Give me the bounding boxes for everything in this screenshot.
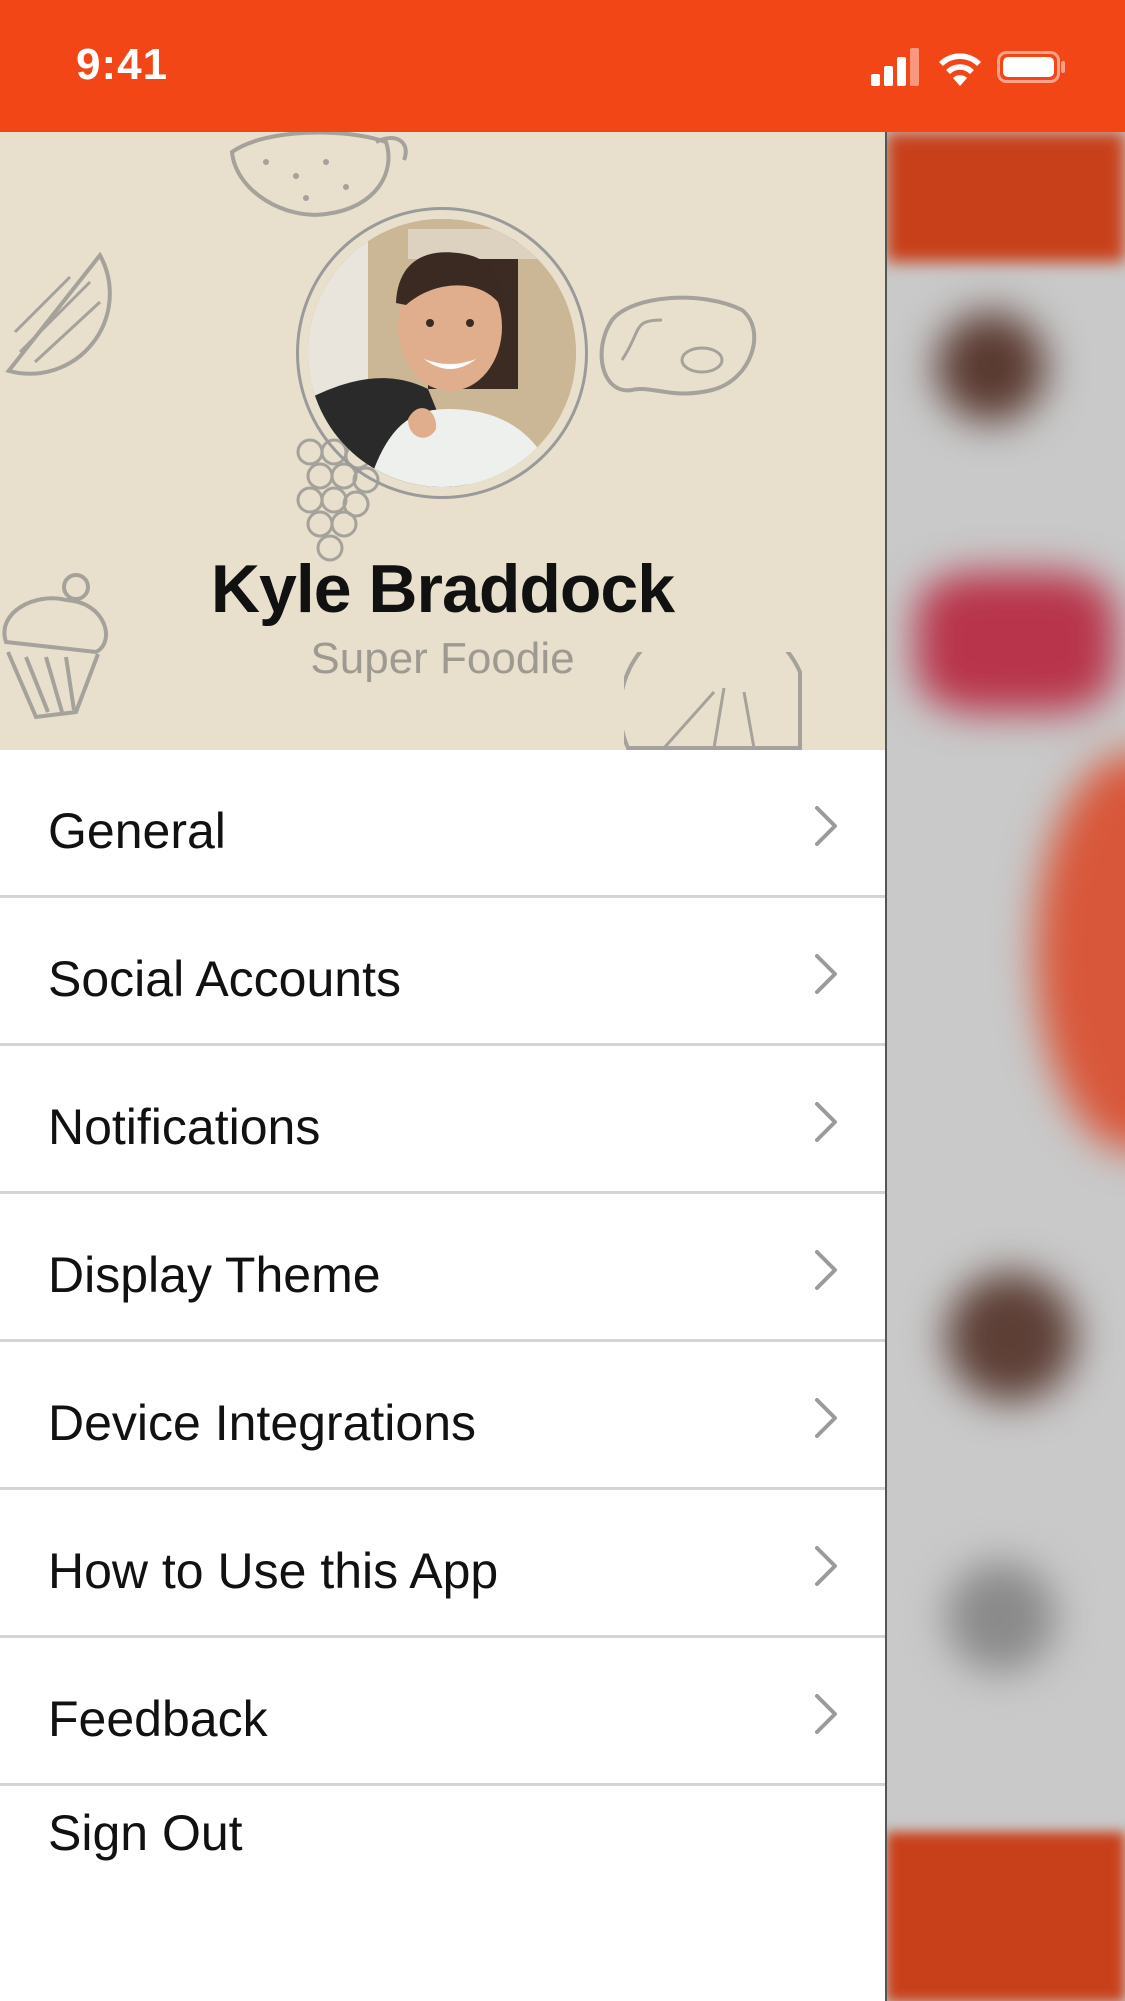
strawberry-doodle-icon [229, 132, 408, 217]
steak-doodle-icon [599, 295, 757, 396]
profile-avatar-ring[interactable] [296, 207, 588, 499]
chevron-right-icon [815, 1694, 837, 1734]
menu-item-notifications[interactable]: Notifications [0, 1046, 885, 1194]
avatar[interactable] [308, 219, 576, 487]
battery-icon [997, 51, 1065, 83]
profile-name: Kyle Braddock [210, 551, 675, 627]
menu-item-label: General [48, 803, 226, 859]
wifi-icon [939, 53, 981, 86]
chevron-right-icon [815, 806, 837, 846]
citrus-slice-doodle-icon [5, 252, 112, 376]
menu-item-device-integrations[interactable]: Device Integrations [0, 1342, 885, 1490]
profile-header: Kyle Braddock Super Foodie [0, 132, 885, 750]
menu-item-label: How to Use this App [48, 1543, 499, 1599]
menu-item-label: Notifications [48, 1099, 321, 1155]
cellular-signal-icon [871, 48, 919, 86]
chevron-right-icon [815, 1546, 837, 1586]
menu-item-how-to-use[interactable]: How to Use this App [0, 1490, 885, 1638]
menu-item-social-accounts[interactable]: Social Accounts [0, 898, 885, 1046]
sign-out-label: Sign Out [48, 1805, 243, 1861]
background-app-content[interactable] [886, 132, 1125, 2001]
profile-subtitle: Super Foodie [310, 634, 575, 683]
menu-item-display-theme[interactable]: Display Theme [0, 1194, 885, 1342]
menu-item-label: Feedback [48, 1691, 268, 1747]
chevron-right-icon [815, 1398, 837, 1438]
menu-item-label: Display Theme [48, 1247, 381, 1303]
status-time: 9:41 [76, 40, 169, 89]
chevron-right-icon [815, 1102, 837, 1142]
chevron-right-icon [815, 1250, 837, 1290]
sign-out-button[interactable]: Sign Out [0, 1766, 885, 1894]
menu-item-label: Social Accounts [48, 951, 401, 1007]
menu-item-general[interactable]: General [0, 750, 885, 898]
status-bar: 9:41 [0, 0, 1125, 132]
chevron-right-icon [815, 954, 837, 994]
avatar-photo [308, 219, 576, 487]
menu-item-label: Device Integrations [48, 1395, 477, 1451]
settings-menu: General Social Accounts Notifications Di… [0, 750, 885, 1786]
side-drawer: Kyle Braddock Super Foodie General Socia… [0, 132, 887, 2001]
menu-item-feedback[interactable]: Feedback [0, 1638, 885, 1786]
